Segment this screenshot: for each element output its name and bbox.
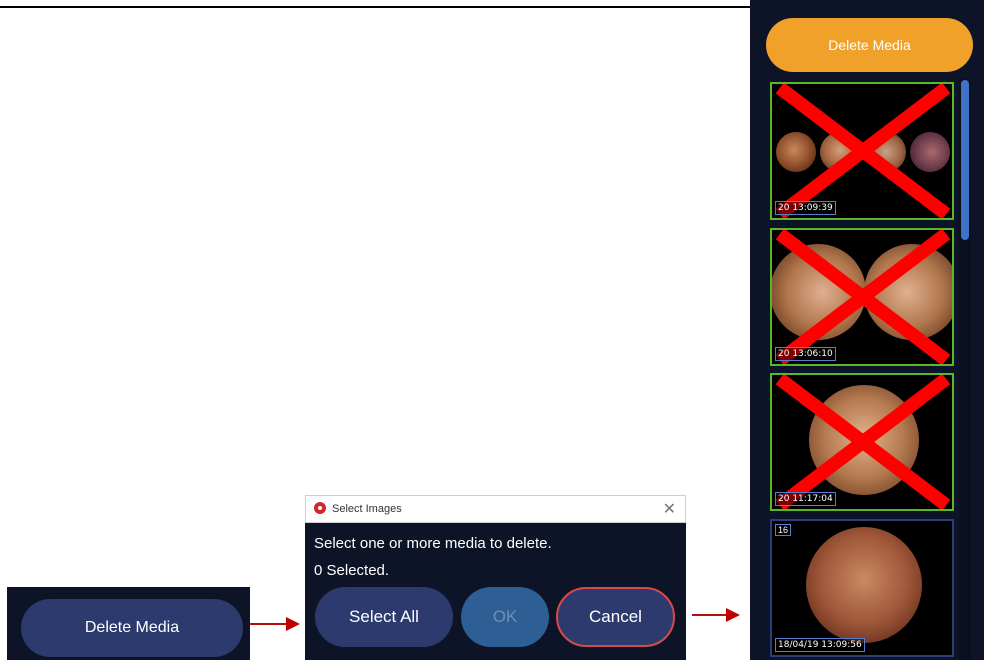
flow-arrow-1-head: [286, 617, 300, 631]
media-thumbnail[interactable]: 16 18/04/19 13:09:56: [770, 519, 954, 657]
cancel-button[interactable]: Cancel: [556, 587, 675, 647]
thumbnail-timestamp: 18/04/19 13:09:56: [775, 638, 865, 652]
flow-arrow-1: [250, 623, 286, 625]
dialog-message: Select one or more media to delete.: [314, 535, 552, 552]
scrollbar[interactable]: [959, 78, 971, 660]
close-icon[interactable]: ✕: [663, 499, 676, 519]
delete-media-button-active[interactable]: Delete Media: [766, 18, 973, 72]
delete-x-icon: [775, 375, 951, 509]
dialog-title: Select Images: [332, 503, 402, 515]
select-all-button[interactable]: Select All: [315, 587, 453, 647]
media-thumbnail[interactable]: 20 13:09:39: [770, 82, 954, 220]
left-panel: Delete Media: [7, 587, 250, 660]
flow-arrow-2: [692, 614, 726, 616]
dialog-titlebar: Select Images ✕: [305, 495, 686, 523]
selected-count: 0 Selected.: [314, 562, 390, 579]
thumbnail-index: 16: [775, 524, 792, 536]
eye-icon: [314, 502, 326, 514]
delete-x-icon: [775, 230, 951, 364]
select-images-dialog: Select Images ✕ Select one or more media…: [305, 495, 686, 660]
thumbnail-timestamp: 20 13:06:10: [775, 347, 836, 361]
flow-arrow-2-head: [726, 608, 740, 622]
fundus-image: [806, 527, 922, 643]
scrollbar-thumb[interactable]: [961, 80, 969, 240]
delete-x-icon: [775, 84, 951, 218]
media-thumbnail[interactable]: 20 11:17:04: [770, 373, 954, 511]
delete-media-button[interactable]: Delete Media: [21, 599, 243, 657]
thumbnail-timestamp: 20 13:09:39: [775, 201, 836, 215]
media-sidebar: Delete Media 20 13:09:39 20 13:06:10 20 …: [750, 0, 984, 660]
thumbnail-timestamp: 20 11:17:04: [775, 492, 836, 506]
ok-button[interactable]: OK: [461, 587, 549, 647]
media-thumbnail[interactable]: 20 13:06:10: [770, 228, 954, 366]
